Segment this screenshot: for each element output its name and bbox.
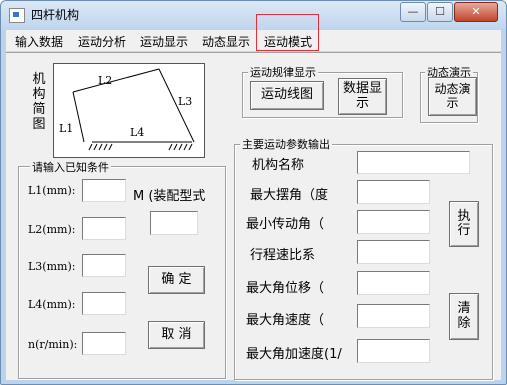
output-label-min-transmission-angle: 最小传动角（: [246, 217, 325, 232]
app-window: 四杆机构 — ☐ ✕ 输入数据 运动分析 运动显示 动态显示 运动模式 机构简图: [0, 0, 507, 385]
minimize-button[interactable]: —: [400, 2, 426, 22]
output-max-angular-displacement-field[interactable]: [357, 271, 430, 295]
output-max-angular-acceleration-field[interactable]: [357, 339, 430, 363]
input-label-n: n(r/min):: [28, 338, 78, 351]
maximize-button[interactable]: ☐: [427, 2, 453, 22]
diagram-label-l4: L4: [130, 126, 144, 139]
output-label-mechanism-name: 机构名称: [252, 158, 305, 173]
output-label-stroke-speed-ratio: 行程速比系: [250, 248, 316, 263]
diagram-label-l2: L2: [98, 74, 112, 87]
menu-motion-analysis[interactable]: 运动分析: [78, 33, 126, 50]
output-min-transmission-angle-field[interactable]: [357, 210, 430, 234]
input-label-l2: L2(mm):: [28, 223, 76, 236]
input-conditions-group-title: 请输入已知条件: [30, 159, 111, 175]
motion-curve-button[interactable]: 运动线图: [250, 81, 324, 110]
output-label-max-angular-acceleration: 最大角加速度(1/: [246, 347, 342, 362]
input-l2-field[interactable]: [82, 217, 126, 240]
clear-button[interactable]: 清除: [449, 293, 479, 340]
output-max-swing-angle-field[interactable]: [357, 180, 430, 204]
input-l4-field[interactable]: [82, 292, 126, 315]
output-mechanism-name-field[interactable]: [357, 151, 470, 174]
diagram-side-label: 机构简图: [32, 72, 46, 132]
assembly-type-field[interactable]: [150, 211, 198, 235]
input-l1-field[interactable]: [82, 179, 126, 202]
confirm-button[interactable]: 确 定: [148, 266, 205, 294]
client-area: 机构简图 L1 L2 L3 L4 运动规律显示 运动线图 数据显示 动态演示 动…: [6, 52, 501, 380]
app-icon: [9, 8, 25, 23]
data-display-button[interactable]: 数据显示: [338, 78, 387, 115]
mechanism-diagram: L1 L2 L3 L4: [53, 63, 205, 158]
menu-highlight-box: [256, 14, 319, 51]
output-label-max-swing-angle: 最大摆角（度: [250, 188, 329, 203]
maximize-icon: ☐: [435, 5, 445, 18]
input-n-field[interactable]: [82, 332, 126, 355]
minimize-icon: —: [407, 5, 419, 18]
close-icon: ✕: [471, 5, 481, 18]
output-params-group-title: 主要运动参数输出: [240, 136, 332, 152]
assembly-type-label: M (装配型式: [133, 189, 206, 204]
execute-button[interactable]: 执行: [449, 201, 479, 247]
menu-dynamic-display[interactable]: 动态显示: [202, 33, 250, 50]
cancel-button[interactable]: 取 消: [148, 321, 205, 349]
output-stroke-speed-ratio-field[interactable]: [357, 240, 430, 264]
menu-input-data[interactable]: 输入数据: [15, 33, 63, 50]
window-title: 四杆机构: [31, 8, 80, 22]
input-label-l4: L4(mm):: [28, 298, 76, 311]
dynamic-demo-button[interactable]: 动态演示: [428, 77, 477, 116]
input-l3-field[interactable]: [82, 254, 126, 277]
diagram-label-l1: L1: [59, 122, 73, 135]
motion-display-group-title: 运动规律显示: [248, 64, 318, 80]
diagram-label-l3: L3: [178, 95, 192, 108]
close-button[interactable]: ✕: [454, 2, 498, 22]
output-max-angular-velocity-field[interactable]: [357, 304, 430, 328]
output-label-max-angular-velocity: 最大角速度（: [246, 313, 325, 328]
output-label-max-angular-displacement: 最大角位移（: [246, 281, 325, 296]
menu-bar: 输入数据 运动分析 运动显示 动态显示 运动模式: [6, 30, 501, 52]
title-bar[interactable]: 四杆机构 — ☐ ✕: [1, 1, 506, 29]
menu-motion-display[interactable]: 运动显示: [140, 33, 188, 50]
input-label-l1: L1(mm):: [28, 184, 76, 197]
input-label-l3: L3(mm):: [28, 260, 76, 273]
